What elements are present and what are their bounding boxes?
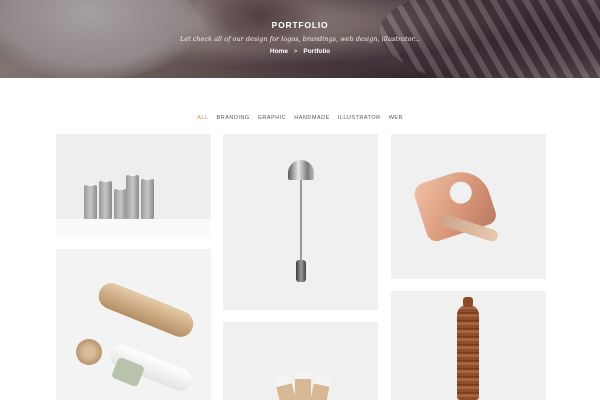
portfolio-item-kraft-tube-packaging[interactable] bbox=[56, 249, 211, 400]
portfolio-item-wooden-bottle[interactable] bbox=[391, 291, 546, 400]
page-title: PORTFOLIO bbox=[271, 20, 329, 30]
filter-branding[interactable]: BRANDING bbox=[217, 115, 250, 121]
pin-stick-image bbox=[300, 180, 302, 262]
box-image bbox=[308, 374, 332, 400]
spool-image bbox=[84, 183, 97, 219]
portfolio-item-metal-pin-lamp[interactable] bbox=[223, 134, 378, 310]
filter-all[interactable]: ALL bbox=[197, 115, 208, 121]
breadcrumb-separator: > bbox=[293, 48, 298, 55]
portfolio-item-paper-boxes[interactable] bbox=[223, 322, 378, 400]
kraft-tube-image bbox=[94, 279, 198, 341]
hero-banner: PORTFOLIO Let check all of our design fo… bbox=[0, 0, 600, 78]
portfolio-item-wooden-phone-holder[interactable] bbox=[391, 134, 546, 279]
tube-cap-image bbox=[76, 339, 102, 365]
pin-end-image bbox=[296, 260, 306, 282]
portfolio-item-ceramic-spools[interactable] bbox=[56, 134, 211, 237]
breadcrumb-current: Portfolio bbox=[303, 48, 331, 55]
spool-image bbox=[141, 177, 154, 219]
breadcrumb: Home > Portfolio bbox=[0, 48, 600, 55]
bottle-image bbox=[457, 297, 479, 400]
portfolio-filter-bar: ALL BRANDING GRAPHIC HANDMADE ILLUSTRATO… bbox=[0, 115, 600, 121]
filter-illustrator[interactable]: ILLUSTRATOR bbox=[338, 115, 381, 121]
breadcrumb-home-link[interactable]: Home bbox=[270, 48, 288, 55]
filter-web[interactable]: WEB bbox=[389, 115, 403, 121]
filter-graphic[interactable]: GRAPHIC bbox=[258, 115, 287, 121]
box-image bbox=[295, 370, 311, 400]
filter-handmade[interactable]: HANDMADE bbox=[294, 115, 329, 121]
spool-image bbox=[99, 179, 112, 219]
pin-head-image bbox=[288, 160, 314, 180]
shelf-surface bbox=[56, 219, 211, 237]
page-subtitle: Let check all of our design for logos, b… bbox=[179, 35, 421, 43]
spool-image bbox=[126, 173, 139, 219]
